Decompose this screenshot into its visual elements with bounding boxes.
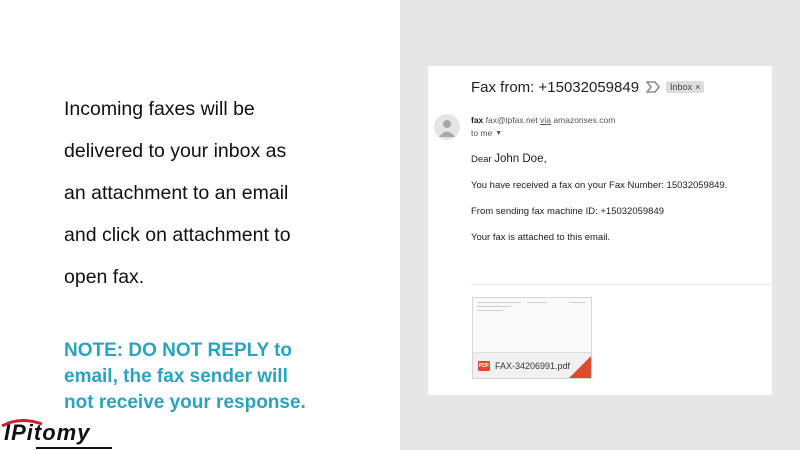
thumbnail-text-line [477, 310, 503, 311]
email-subject-row: Fax from: +15032059849 Inbox × [471, 76, 705, 98]
instruction-line: Incoming faxes will be [64, 98, 255, 120]
email-window: Fax from: +15032059849 Inbox × fax fax@i… [428, 66, 772, 395]
fax-attachment-card[interactable]: PDF FAX-34206991.pdf [472, 297, 592, 379]
ipitomy-logo: IPitomy [0, 418, 120, 450]
via-link[interactable]: via [540, 115, 551, 125]
attachment-thumbnail[interactable] [473, 298, 591, 352]
instruction-line: an attachment to an email [64, 182, 289, 204]
sender-avatar [434, 114, 460, 140]
sender-name: fax [471, 115, 484, 125]
note-line: email, the fax sender will [64, 366, 288, 387]
instruction-text: Incoming faxes will be delivered to your… [64, 88, 384, 298]
email-body-line: From sending fax machine ID: +1503205984… [471, 206, 665, 217]
thumbnail-text-line [569, 302, 585, 303]
via-domain: amazonses.com [553, 115, 616, 125]
note-text: NOTE: DO NOT REPLY to email, the fax sen… [64, 338, 384, 416]
instruction-line: open fax. [64, 266, 145, 288]
person-avatar-icon [439, 120, 455, 137]
sender-address: fax@ipfax.net [485, 115, 538, 125]
note-line: NOTE: DO NOT REPLY to [64, 340, 293, 361]
email-body-line: You have received a fax on your Fax Numb… [471, 180, 728, 191]
chevron-down-icon[interactable]: ▼ [495, 130, 502, 137]
sender-line: fax fax@ipfax.net via amazonses.com [471, 115, 615, 125]
attachment-filename[interactable]: FAX-34206991.pdf [495, 361, 570, 371]
note-line: not receive your response. [64, 392, 306, 413]
email-subject: Fax from: +15032059849 [471, 78, 640, 96]
thumbnail-text-line [477, 306, 511, 307]
inbox-label-text: Inbox [670, 82, 693, 92]
logo-wordmark: IPitomy [4, 420, 91, 445]
greeting-prefix: Dear [471, 154, 492, 165]
email-body-line: Your fax is attached to this email. [471, 232, 611, 243]
attachment-divider [471, 284, 772, 285]
thumbnail-text-line [527, 302, 547, 303]
importance-marker-icon[interactable] [646, 81, 660, 93]
inbox-label-badge[interactable]: Inbox × [666, 81, 705, 93]
attachment-corner-icon [569, 356, 591, 378]
instruction-line: delivered to your inbox as [64, 140, 287, 162]
recipient-name: John Doe, [494, 153, 547, 165]
instruction-line: and click on attachment to [64, 224, 291, 246]
remove-label-icon[interactable]: × [695, 82, 700, 92]
email-greeting: Dear John Doe, [471, 153, 547, 165]
thumbnail-text-line [477, 302, 521, 303]
pdf-icon: PDF [478, 361, 490, 371]
recipient-text: to me [471, 128, 493, 138]
recipient-line[interactable]: to me ▼ [471, 128, 502, 138]
